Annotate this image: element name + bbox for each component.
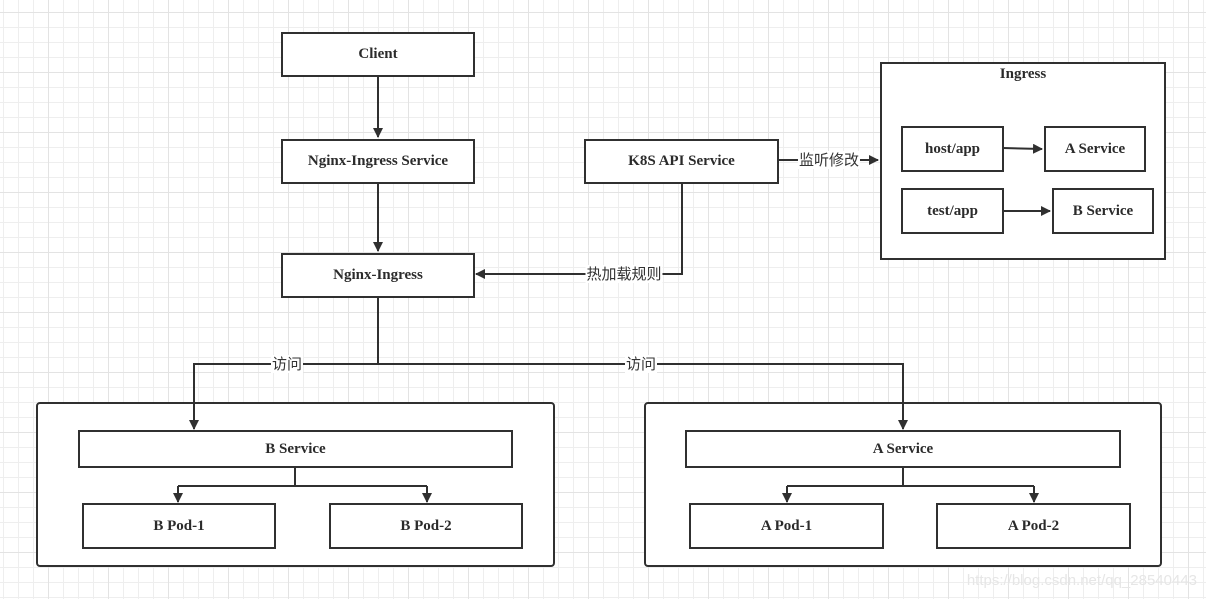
client-label: Client <box>358 46 398 62</box>
rule-target-label: A Service <box>1064 140 1126 157</box>
b-pod-label: B Pod-2 <box>400 517 452 534</box>
a-pod-label: A Pod-2 <box>1007 517 1060 534</box>
nginx-ingress-node[interactable]: Nginx-Ingress <box>281 253 475 298</box>
ingress-rule-path[interactable]: test/app <box>901 188 1004 234</box>
edge-label-access: 访问 <box>270 355 304 373</box>
edge-label-watch-changes: 监听修改 <box>797 151 861 169</box>
ingress-rule-path[interactable]: host/app <box>901 126 1004 172</box>
ingress-rule-target[interactable]: A Service <box>1044 126 1146 172</box>
b-service-node[interactable]: B Service <box>78 430 513 468</box>
a-service-node[interactable]: A Service <box>685 430 1121 468</box>
edge-k8s-to-nginx-ingress <box>475 184 683 279</box>
nginx-ingress-label: Nginx-Ingress <box>333 267 423 283</box>
rule-path-label: host/app <box>924 140 981 157</box>
a-pod-label: A Pod-1 <box>760 517 813 534</box>
rule-target-label: B Service <box>1072 202 1134 219</box>
edge-label-access: 访问 <box>624 355 658 373</box>
nginx-ingress-service-label: Nginx-Ingress Service <box>307 153 449 169</box>
k8s-api-service-label: K8S API Service <box>628 153 735 169</box>
k8s-api-service-node[interactable]: K8S API Service <box>584 139 779 184</box>
ingress-group-title: Ingress <box>999 66 1047 82</box>
edge-label-hot-reload-rules: 热加载规则 <box>585 265 663 283</box>
rule-path-label: test/app <box>927 202 978 219</box>
b-pod-node[interactable]: B Pod-2 <box>329 503 523 549</box>
b-pod-node[interactable]: B Pod-1 <box>82 503 276 549</box>
b-service-label: B Service <box>265 440 326 457</box>
a-pod-node[interactable]: A Pod-1 <box>689 503 884 549</box>
a-service-label: A Service <box>872 440 934 457</box>
a-pod-node[interactable]: A Pod-2 <box>936 503 1131 549</box>
watermark: https://blog.csdn.net/qq_28540443 <box>966 572 1197 589</box>
b-pod-label: B Pod-1 <box>153 517 205 534</box>
client-node[interactable]: Client <box>281 32 475 77</box>
ingress-rule-target[interactable]: B Service <box>1052 188 1154 234</box>
nginx-ingress-service-node[interactable]: Nginx-Ingress Service <box>281 139 475 184</box>
